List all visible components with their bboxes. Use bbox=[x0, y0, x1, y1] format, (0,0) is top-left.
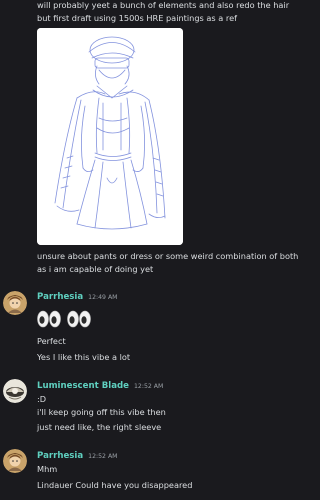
message-text: unsure about pants or dress or some weir… bbox=[37, 251, 299, 261]
username[interactable]: Parrhesia bbox=[37, 451, 83, 461]
sketch-image-attachment[interactable] bbox=[37, 28, 183, 245]
avatar[interactable] bbox=[3, 449, 27, 473]
message-text: Yes I like this vibe a lot bbox=[37, 352, 131, 362]
avatar-image bbox=[3, 379, 27, 403]
message-header: Luminescent Blade 12:52 AM bbox=[37, 381, 163, 391]
timestamp: 12:49 AM bbox=[88, 294, 118, 301]
message-text: Lindauer Could have you disappeared bbox=[37, 480, 193, 490]
eyes-emoji bbox=[36, 309, 62, 329]
emoji-row bbox=[36, 309, 92, 329]
eyes-emoji bbox=[66, 309, 92, 329]
message-text: just need like, the right sleeve bbox=[37, 422, 162, 432]
avatar-image bbox=[3, 449, 27, 473]
message-text: Perfect bbox=[37, 336, 66, 346]
message-text: :D bbox=[37, 394, 47, 404]
message-text: will probably yeet a bunch of elements a… bbox=[37, 0, 290, 10]
sketch-image bbox=[37, 28, 183, 245]
timestamp: 12:52 AM bbox=[88, 453, 118, 460]
username[interactable]: Luminescent Blade bbox=[37, 381, 129, 391]
message-text: but first draft using 1500s HRE painting… bbox=[37, 13, 238, 23]
message-text: i'll keep going off this vibe then bbox=[37, 407, 166, 417]
avatar[interactable] bbox=[3, 291, 27, 315]
message-text: Mhm bbox=[37, 464, 58, 474]
username[interactable]: Parrhesia bbox=[37, 292, 83, 302]
timestamp: 12:52 AM bbox=[133, 383, 164, 390]
avatar-image bbox=[3, 291, 27, 315]
message-header: Parrhesia 12:49 AM bbox=[37, 292, 118, 302]
message-header: Parrhesia 12:52 AM bbox=[37, 451, 118, 461]
chat-log: will probably yeet a bunch of elements a… bbox=[0, 0, 314, 500]
avatar[interactable] bbox=[3, 379, 27, 403]
message-text: as i am capable of doing yet bbox=[37, 264, 154, 274]
